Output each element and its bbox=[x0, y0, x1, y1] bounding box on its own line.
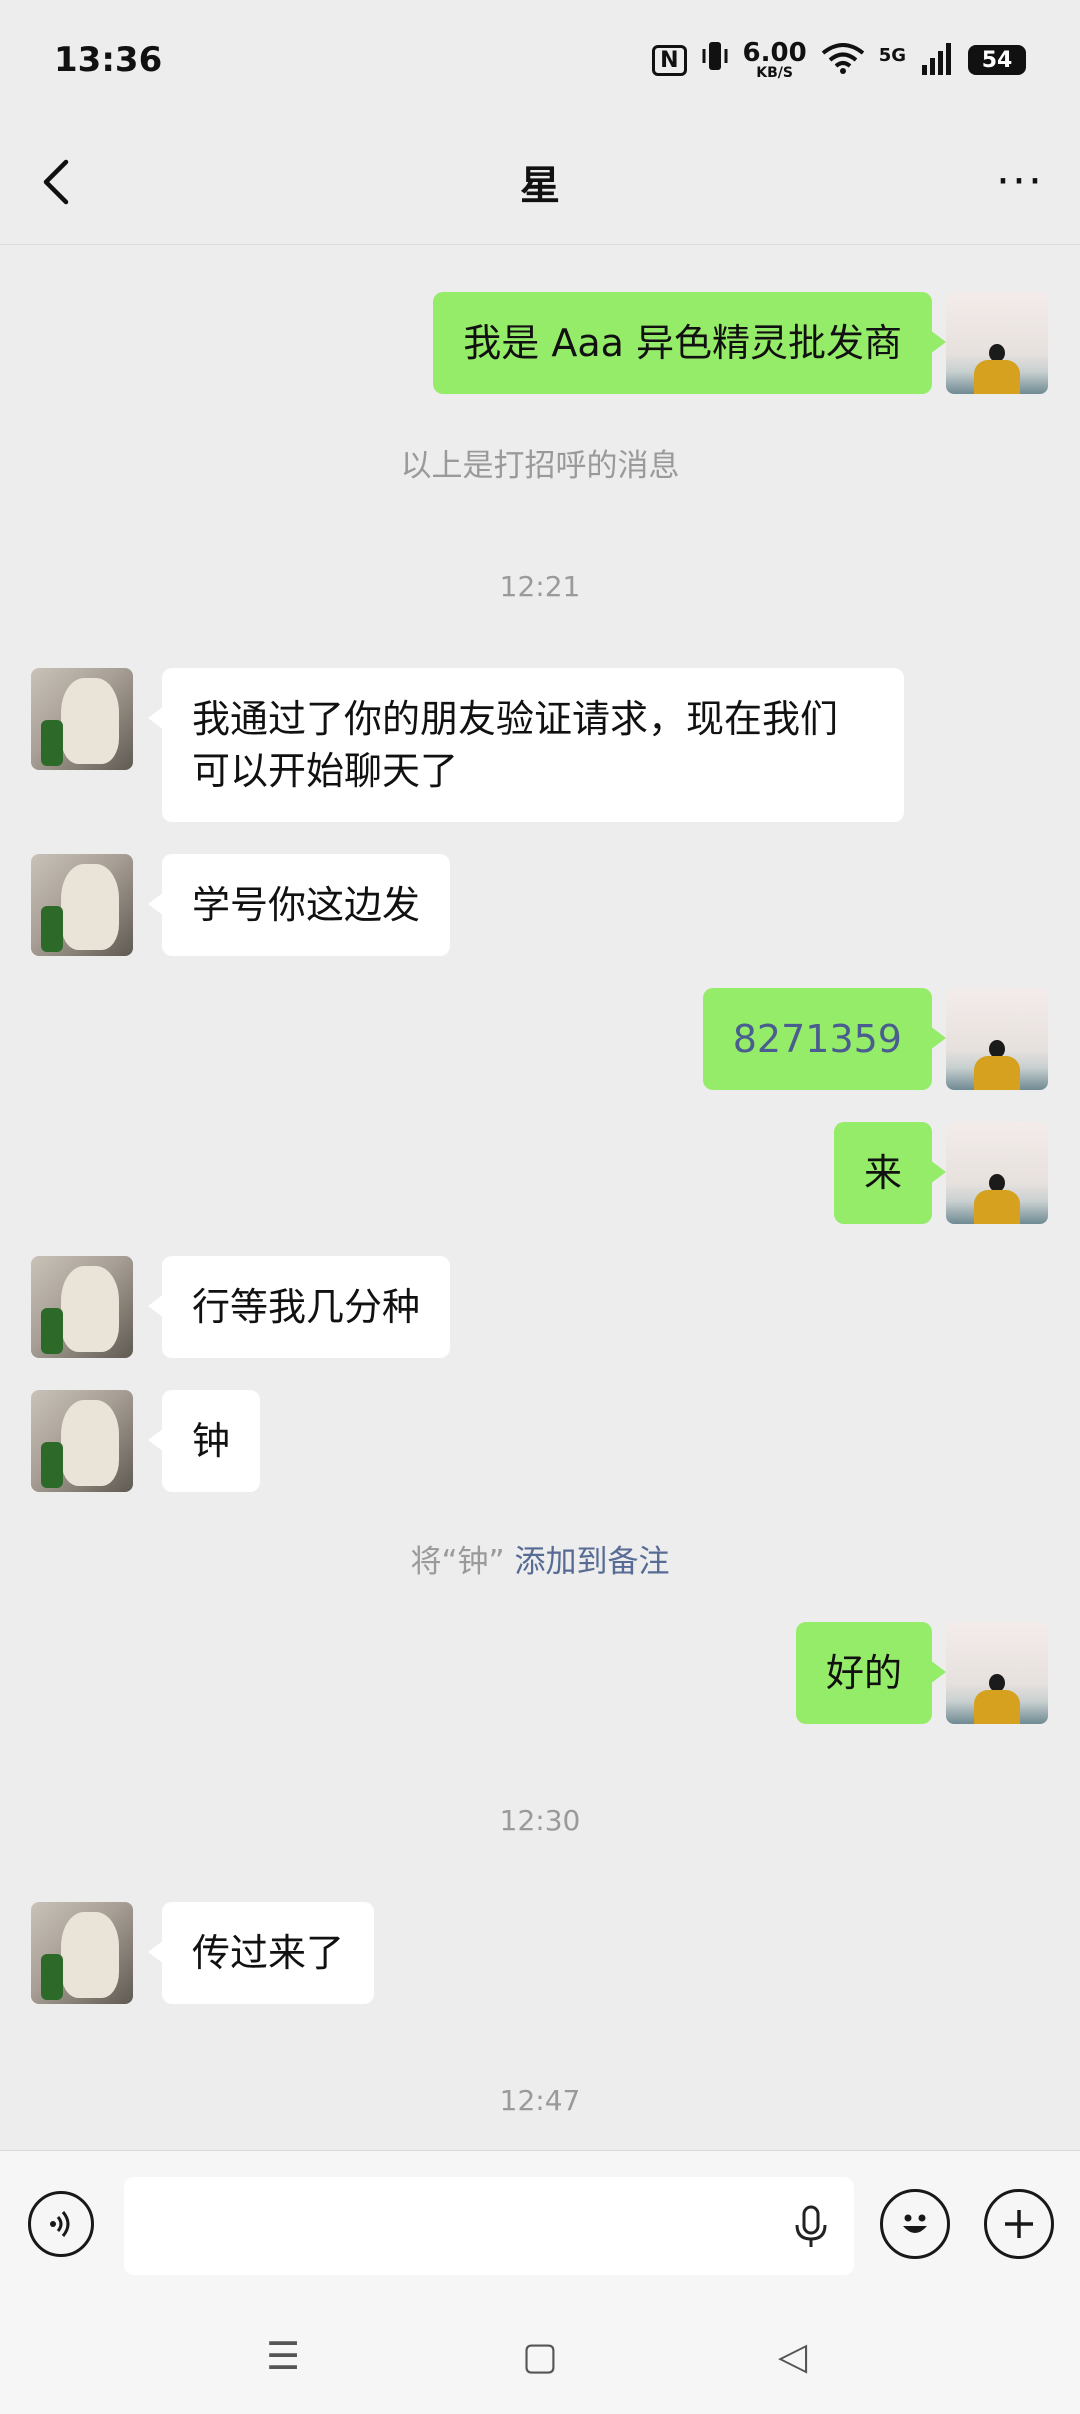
back-nav-button[interactable]: ◁ bbox=[778, 2334, 807, 2378]
avatar-self[interactable] bbox=[946, 988, 1048, 1090]
message-bubble[interactable]: 传过来了 bbox=[147, 1902, 375, 2004]
avatar-contact[interactable] bbox=[31, 854, 133, 956]
message-bubble[interactable]: 学号你这边发 bbox=[147, 854, 451, 956]
microphone-icon bbox=[795, 2205, 827, 2247]
chat-title: 星 bbox=[520, 163, 560, 209]
vibrate-icon bbox=[701, 39, 729, 81]
back-button[interactable] bbox=[34, 154, 80, 210]
add-remark-link[interactable]: 添加到备注 bbox=[514, 1544, 669, 1580]
message-row-theirs: 学号你这边发 bbox=[0, 854, 1080, 956]
menu-nav-button[interactable]: ☰ bbox=[266, 2334, 300, 2378]
message-bubble[interactable]: 好的 bbox=[795, 1622, 947, 1724]
plus-button[interactable] bbox=[984, 2189, 1054, 2259]
voice-icon bbox=[50, 2211, 70, 2237]
status-time: 13:36 bbox=[54, 40, 163, 80]
avatar-contact[interactable] bbox=[31, 1256, 133, 1358]
message-bubble-number[interactable]: 8271359 bbox=[702, 988, 947, 1090]
status-icons: N 6.00 KB/S 5G 54 bbox=[652, 39, 1026, 81]
message-row-mine: 8271359 bbox=[0, 988, 1080, 1090]
message-row-mine: 来 bbox=[0, 1122, 1080, 1224]
message-bubble[interactable]: 钟 bbox=[147, 1390, 261, 1492]
battery-icon: 54 bbox=[968, 45, 1026, 75]
message-row-theirs: 我通过了你的朋友验证请求，现在我们可以开始聊天了 bbox=[0, 668, 1080, 822]
message-row-theirs: 行等我几分种 bbox=[0, 1256, 1080, 1358]
message-row-mine: 好的 bbox=[0, 1622, 1080, 1724]
speed-unit: KB/S bbox=[756, 65, 793, 81]
microphone-button[interactable] bbox=[788, 2203, 834, 2251]
message-bubble[interactable]: 我通过了你的朋友验证请求，现在我们可以开始聊天了 bbox=[148, 668, 904, 822]
message-row-theirs: 传过来了 bbox=[0, 1902, 1080, 2004]
network-speed: 6.00 KB/S bbox=[743, 40, 807, 80]
avatar-contact[interactable] bbox=[31, 668, 133, 770]
message-list[interactable]: 我是 Aaa 异色精灵批发商 以上是打招呼的消息 12:21 我通过了你的朋友验… bbox=[0, 244, 1080, 2150]
remark-prefix: 将“钟” bbox=[410, 1544, 505, 1580]
plus-icon bbox=[1005, 2210, 1033, 2238]
nfc-icon: N bbox=[652, 44, 687, 76]
message-bubble[interactable]: 来 bbox=[833, 1122, 947, 1224]
more-button[interactable]: ··· bbox=[996, 160, 1044, 204]
message-bubble[interactable]: 行等我几分种 bbox=[147, 1256, 451, 1358]
remark-tip: 将“钟” 添加到备注 bbox=[0, 1536, 1080, 1581]
wifi-icon bbox=[821, 41, 865, 79]
system-nav-bar: ☰ ▢ ◁ bbox=[0, 2294, 1080, 2414]
chevron-left-icon bbox=[43, 159, 69, 205]
speed-value: 6.00 bbox=[742, 38, 807, 68]
timestamp: 12:47 bbox=[499, 2084, 581, 2117]
message-input[interactable] bbox=[124, 2177, 854, 2275]
avatar-self[interactable] bbox=[946, 1622, 1048, 1724]
home-nav-button[interactable]: ▢ bbox=[522, 2334, 558, 2378]
network-type: 5G bbox=[878, 45, 906, 66]
chat-header: 星 ··· bbox=[0, 120, 1080, 245]
signal-icon bbox=[920, 41, 954, 79]
timestamp: 12:30 bbox=[499, 1804, 581, 1837]
message-bubble[interactable]: 我是 Aaa 异色精灵批发商 bbox=[433, 292, 946, 394]
avatar-self[interactable] bbox=[946, 1122, 1048, 1224]
timestamp: 12:21 bbox=[499, 570, 581, 603]
emoji-icon bbox=[903, 2214, 927, 2233]
avatar-self[interactable] bbox=[946, 292, 1048, 394]
message-row-mine: 我是 Aaa 异色精灵批发商 bbox=[0, 292, 1080, 394]
emoji-button[interactable] bbox=[880, 2189, 950, 2259]
message-row-theirs: 钟 bbox=[0, 1390, 1080, 1492]
avatar-contact[interactable] bbox=[31, 1390, 133, 1492]
avatar-contact[interactable] bbox=[31, 1902, 133, 2004]
status-bar: 13:36 N 6.00 KB/S 5G 54 bbox=[0, 0, 1080, 120]
input-bar bbox=[0, 2150, 1080, 2295]
voice-toggle-button[interactable] bbox=[28, 2191, 94, 2257]
greeting-note: 以上是打招呼的消息 bbox=[400, 448, 680, 484]
